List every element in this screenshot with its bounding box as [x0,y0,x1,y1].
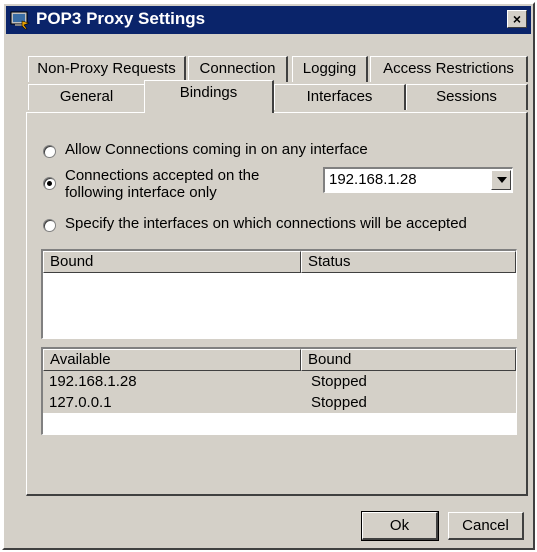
available-bound-column-header[interactable]: Bound [301,349,516,371]
tab-logging[interactable]: Logging [292,56,368,82]
tab-non-proxy-requests[interactable]: Non-Proxy Requests [28,56,186,82]
available-state: Stopped [311,373,367,390]
dropdown-button[interactable] [491,170,511,190]
status-column-header[interactable]: Status [301,251,516,273]
radio-specify-interfaces[interactable] [43,219,56,232]
radio-any-interface[interactable] [43,145,56,158]
option-specific-label: Connections accepted on the following int… [65,167,260,201]
interface-select[interactable]: 192.168.1.28 [323,167,513,193]
bound-list[interactable]: Bound Status [41,249,517,339]
option-specify-label: Specify the interfaces on which connecti… [65,215,467,232]
available-address: 192.168.1.28 [49,373,137,390]
close-button[interactable]: × [507,10,527,28]
title-bar[interactable]: POP3 Proxy Settings × [6,6,531,34]
bound-column-header[interactable]: Bound [43,251,301,273]
interface-select-value: 192.168.1.28 [329,171,417,188]
close-icon: × [512,11,522,27]
tab-general[interactable]: General [28,84,146,110]
pop3-proxy-settings-dialog: POP3 Proxy Settings × Non-Proxy Requests… [2,2,535,550]
chevron-down-icon [497,177,507,183]
ok-button[interactable]: Ok [361,511,439,541]
radio-specific-interface[interactable] [43,177,56,190]
app-icon [10,11,30,30]
tab-access-restrictions[interactable]: Access Restrictions [370,56,528,82]
tab-sessions[interactable]: Sessions [406,84,528,110]
available-column-header[interactable]: Available [43,349,301,371]
available-state: Stopped [311,394,367,411]
available-list[interactable]: Available Bound 192.168.1.28 Stopped 127… [41,347,517,435]
tab-bindings[interactable]: Bindings [144,80,274,113]
bindings-panel: Allow Connections coming in on any inter… [26,112,528,496]
option-any-label: Allow Connections coming in on any inter… [65,141,368,158]
radio-selected-dot [47,181,52,186]
cancel-button[interactable]: Cancel [448,512,524,540]
available-address: 127.0.0.1 [49,394,112,411]
window-title: POP3 Proxy Settings [36,9,206,28]
tab-interfaces[interactable]: Interfaces [274,84,406,110]
tab-connection[interactable]: Connection [188,56,288,82]
